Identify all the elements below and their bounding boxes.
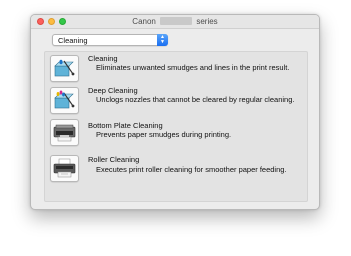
title-bar: Canon series — [31, 15, 319, 29]
bottom-plate-cleaning-description: Prevents paper smudges during printing. — [96, 130, 232, 139]
cleaning-title: Cleaning — [88, 54, 118, 63]
cleaning-panel — [44, 51, 308, 202]
canon-utility-window: Canon series Cleaning ▲ ▼ Cleaning Elimin… — [30, 14, 320, 210]
bottom-plate-cleaning-icon — [53, 124, 76, 142]
cleaning-description: Eliminates unwanted smudges and lines in… — [96, 63, 290, 72]
title-prefix: Canon — [132, 17, 156, 26]
roller-cleaning-description: Executes print roller cleaning for smoot… — [96, 165, 287, 174]
deep-cleaning-icon — [54, 90, 75, 109]
deep-cleaning-description: Unclogs nozzles that cannot be cleared b… — [96, 95, 295, 104]
roller-cleaning-icon — [53, 158, 76, 178]
bottom-plate-cleaning-button[interactable] — [50, 119, 79, 146]
window-title: Canon series — [31, 16, 319, 28]
cleaning-icon — [54, 59, 75, 77]
dropdown-chevron-icon: ▲ ▼ — [157, 34, 168, 46]
cleaning-button[interactable] — [50, 55, 79, 82]
roller-cleaning-title: Roller Cleaning — [88, 155, 140, 164]
roller-cleaning-button[interactable] — [50, 155, 79, 182]
dropdown-selected-value: Cleaning — [58, 36, 88, 45]
redacted-model-name — [160, 17, 193, 25]
function-select-dropdown[interactable]: Cleaning ▲ ▼ — [52, 34, 168, 46]
deep-cleaning-button[interactable] — [50, 87, 79, 114]
deep-cleaning-title: Deep Cleaning — [88, 86, 138, 95]
bottom-plate-cleaning-title: Bottom Plate Cleaning — [88, 121, 163, 130]
title-suffix: series — [196, 17, 218, 26]
